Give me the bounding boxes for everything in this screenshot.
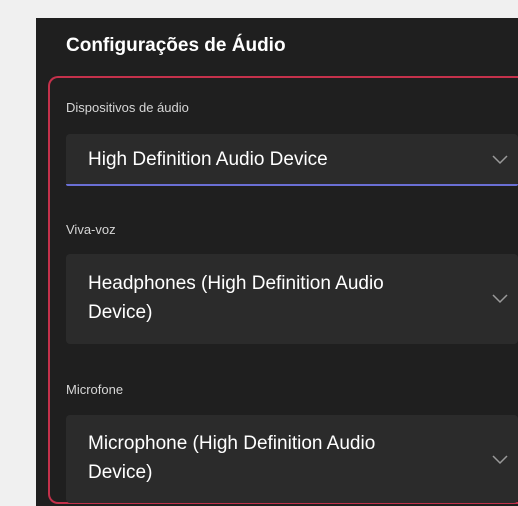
speaker-value: Headphones (High Definition Audio Device…	[88, 273, 384, 323]
chevron-down-icon	[492, 155, 508, 165]
audio-devices-dropdown[interactable]: High Definition Audio Device	[66, 134, 518, 186]
microphone-label: Microfone	[66, 382, 124, 397]
audio-devices-label: Dispositivos de áudio	[66, 100, 189, 115]
speaker-label: Viva-voz	[66, 222, 116, 237]
chevron-down-icon	[492, 455, 508, 465]
panel-title: Configurações de Áudio	[66, 35, 286, 56]
focus-underline	[66, 184, 518, 186]
microphone-dropdown[interactable]: Microphone (High Definition Audio Device…	[66, 415, 518, 503]
audio-settings-panel: Configurações de Áudio Dispositivos de á…	[36, 18, 518, 506]
audio-devices-value: High Definition Audio Device	[88, 149, 328, 170]
microphone-value: Microphone (High Definition Audio Device…	[88, 433, 376, 483]
chevron-down-icon	[492, 294, 508, 304]
speaker-dropdown[interactable]: Headphones (High Definition Audio Device…	[66, 254, 518, 344]
